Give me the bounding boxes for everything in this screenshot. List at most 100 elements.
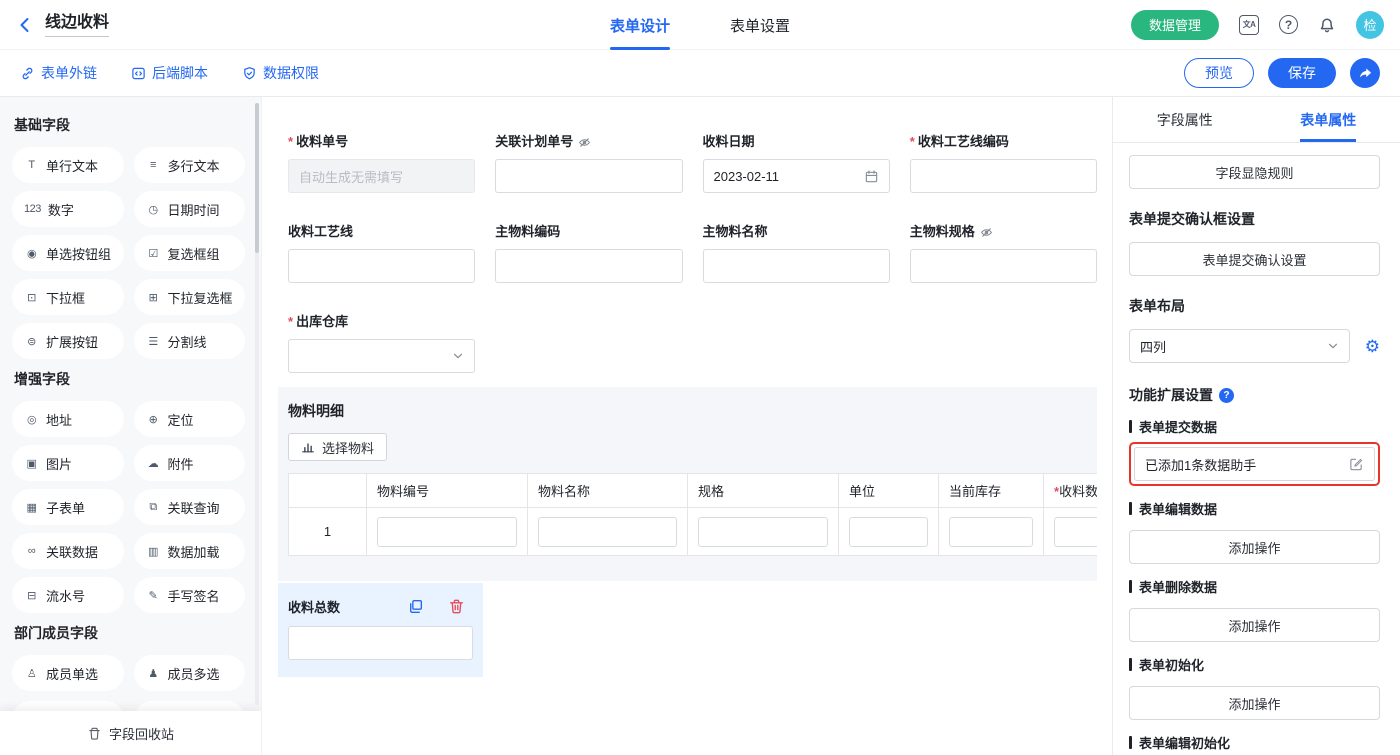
tab-form-design[interactable]: 表单设计 [610, 0, 670, 50]
layout-select[interactable]: 四列 [1129, 329, 1350, 363]
sidebar-item-divider[interactable]: ☰分割线 [134, 323, 246, 359]
receipt-total-input[interactable] [288, 626, 473, 660]
field-main-material-code[interactable]: 主物料编码 [495, 223, 682, 283]
field-recycle-bin[interactable]: 字段回收站 [0, 711, 261, 755]
data-manage-button[interactable]: 数据管理 [1131, 10, 1219, 40]
scrollbar-thumb[interactable] [255, 103, 259, 253]
main-material-spec-input[interactable] [910, 249, 1097, 283]
related-plan-no-input[interactable] [495, 159, 682, 193]
sidebar-scrollbar[interactable] [255, 103, 259, 705]
help-icon[interactable]: ? [1279, 15, 1298, 34]
form-canvas: *收料单号 自动生成无需填写 关联计划单号 收料日期 2023-02-11 [262, 97, 1112, 755]
sidebar-item-attachment[interactable]: ☁附件 [134, 445, 246, 481]
selected-field-receipt-total[interactable]: 收料总数 [278, 583, 483, 677]
process-line-input[interactable] [288, 249, 475, 283]
subform-title: 物料明细 [288, 401, 1097, 421]
page-title[interactable]: 线边收料 [45, 13, 109, 37]
sidebar-item-lookup-query[interactable]: ⧉关联查询 [134, 489, 246, 525]
section-form-init: 表单初始化 [1129, 655, 1380, 674]
sidebar-item-single-line-text[interactable]: T单行文本 [12, 147, 124, 183]
cell-spec [688, 508, 839, 556]
sidebar-item-image[interactable]: ▣图片 [12, 445, 124, 481]
field-related-plan-no[interactable]: 关联计划单号 [495, 133, 682, 193]
cloud-icon: ☁ [146, 457, 161, 470]
tab-form-properties[interactable]: 表单属性 [1257, 97, 1400, 142]
material-code-input[interactable] [377, 517, 517, 547]
field-outbound-warehouse[interactable]: *出库仓库 [288, 313, 475, 373]
material-name-input[interactable] [538, 517, 677, 547]
sidebar-item-data-load[interactable]: ▥数据加载 [134, 533, 246, 569]
main-material-name-input[interactable] [703, 249, 890, 283]
edit-icon[interactable] [1349, 457, 1364, 472]
sidebar-item-address[interactable]: ◎地址 [12, 401, 124, 437]
section-bar [1129, 658, 1132, 671]
sidebar-item-extend-button[interactable]: ⊜扩展按钮 [12, 323, 124, 359]
sidebar-item-dropdown[interactable]: ⊡下拉框 [12, 279, 124, 315]
delete-icon[interactable] [448, 598, 465, 615]
save-button[interactable]: 保存 [1268, 58, 1336, 88]
field-process-line[interactable]: 收料工艺线 [288, 223, 475, 283]
subform-material-detail[interactable]: 物料明细 选择物料 物料编号 物料名称 规格 单位 当前库存 [278, 387, 1097, 581]
share-button[interactable] [1350, 58, 1380, 88]
sidebar-item-datetime[interactable]: ◷日期时间 [134, 191, 246, 227]
translate-icon[interactable]: 文A [1239, 15, 1259, 35]
item-label: 关联数据 [46, 542, 98, 561]
receipt-qty-input[interactable] [1054, 517, 1097, 547]
sidebar-item-radio-group[interactable]: ◉单选按钮组 [12, 235, 124, 271]
field-process-line-code[interactable]: *收料工艺线编码 [910, 133, 1097, 193]
tab-field-properties[interactable]: 字段属性 [1113, 97, 1257, 142]
add-action-button-init[interactable]: 添加操作 [1129, 686, 1380, 720]
avatar[interactable]: 检 [1356, 11, 1384, 39]
sidebar-item-signature[interactable]: ✎手写签名 [134, 577, 246, 613]
sidebar-item-location[interactable]: ⊕定位 [134, 401, 246, 437]
add-action-button-edit-data[interactable]: 添加操作 [1129, 530, 1380, 564]
toolbar-actions: 预览 保存 [1184, 58, 1380, 88]
field-label: *出库仓库 [288, 313, 475, 331]
sidebar-item-multi-dropdown[interactable]: ⊞下拉复选框 [134, 279, 246, 315]
field-visibility-rules-button[interactable]: 字段显隐规则 [1129, 155, 1380, 189]
process-line-code-input[interactable] [910, 159, 1097, 193]
field-main-material-spec[interactable]: 主物料规格 [910, 223, 1097, 283]
add-action-button-delete-data[interactable]: 添加操作 [1129, 608, 1380, 642]
backend-script-link[interactable]: 后端脚本 [131, 63, 208, 83]
tab-form-settings[interactable]: 表单设置 [730, 0, 790, 50]
sidebar-item-subform[interactable]: ▦子表单 [12, 489, 124, 525]
sidebar-item-serial-number[interactable]: ⊟流水号 [12, 577, 124, 613]
data-assistant-field[interactable]: 已添加1条数据助手 [1134, 447, 1375, 481]
submit-confirm-button[interactable]: 表单提交确认设置 [1129, 242, 1380, 276]
extend-button-icon: ⊜ [24, 335, 39, 348]
bell-icon[interactable] [1318, 16, 1336, 34]
eye-off-icon [980, 226, 993, 239]
outbound-warehouse-select[interactable] [288, 339, 475, 373]
sidebar-item-number[interactable]: 123数字 [12, 191, 124, 227]
spec-input[interactable] [698, 517, 828, 547]
unit-input[interactable] [849, 517, 928, 547]
main-material-code-input[interactable] [495, 249, 682, 283]
sidebar-item-member-single[interactable]: ♙成员单选 [12, 655, 124, 691]
item-label: 流水号 [46, 586, 85, 605]
field-receipt-date[interactable]: 收料日期 2023-02-11 [703, 133, 890, 193]
data-permission-link[interactable]: 数据权限 [242, 63, 319, 83]
link-icon [20, 66, 35, 81]
submit-confirm-title: 表单提交确认框设置 [1129, 209, 1380, 229]
section-bar [1129, 580, 1132, 593]
select-material-button[interactable]: 选择物料 [288, 433, 387, 461]
back-button[interactable] [16, 16, 34, 34]
field-main-material-name[interactable]: 主物料名称 [703, 223, 890, 283]
copy-icon[interactable] [407, 598, 424, 615]
sidebar-item-multi-line-text[interactable]: ≡多行文本 [134, 147, 246, 183]
field-receipt-no[interactable]: *收料单号 自动生成无需填写 [288, 133, 475, 193]
sidebar-item-checkbox-group[interactable]: ☑复选框组 [134, 235, 246, 271]
field-label: *收料单号 [288, 133, 475, 151]
form-external-link[interactable]: 表单外链 [20, 63, 97, 83]
field-label: 主物料编码 [495, 223, 682, 241]
help-circle-icon[interactable]: ? [1219, 388, 1234, 403]
sidebar-item-linked-data[interactable]: ∞关联数据 [12, 533, 124, 569]
sidebar-item-member-multi[interactable]: ♟成员多选 [134, 655, 246, 691]
preview-button[interactable]: 预览 [1184, 58, 1254, 88]
current-stock-input[interactable] [949, 517, 1033, 547]
receipt-date-input[interactable]: 2023-02-11 [703, 159, 890, 193]
item-label: 成员单选 [46, 664, 98, 683]
cell-current-stock [939, 508, 1044, 556]
gear-icon[interactable]: ⚙ [1365, 338, 1380, 355]
